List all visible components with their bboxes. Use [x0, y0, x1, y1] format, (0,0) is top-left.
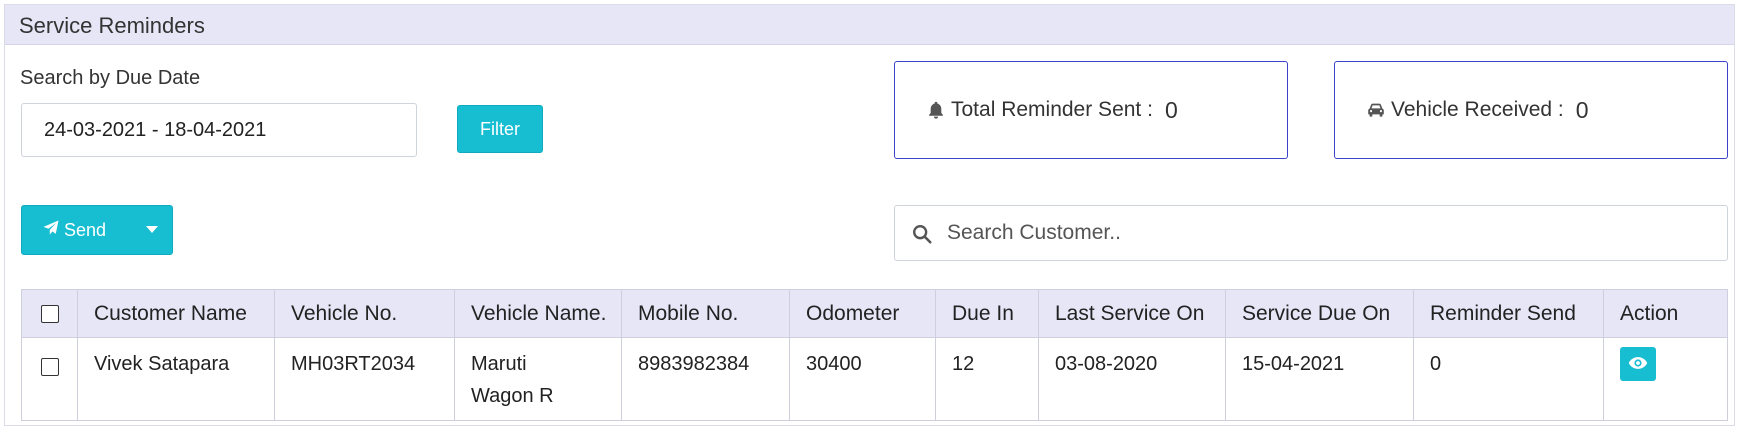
service-reminders-panel: Service Reminders Search by Due Date Fil… [4, 4, 1735, 426]
column-header-last-service-on[interactable]: Last Service On [1038, 289, 1226, 338]
select-all-header [21, 289, 78, 338]
row-checkbox[interactable] [40, 357, 59, 376]
cell-mobile-no: 8983982384 [621, 337, 790, 421]
search-icon [911, 223, 933, 245]
column-header-due-in[interactable]: Due In [935, 289, 1039, 338]
column-header-service-due-on[interactable]: Service Due On [1225, 289, 1414, 338]
vehicle-received-label: Vehicle Received : [1391, 98, 1564, 121]
select-all-checkbox[interactable] [40, 304, 59, 323]
cell-vehicle-no: MH03RT2034 [274, 337, 455, 421]
service-reminders-table: Customer Name Vehicle No. Vehicle Name. … [21, 289, 1728, 421]
column-header-vehicle-no[interactable]: Vehicle No. [274, 289, 455, 338]
customer-search-box [894, 205, 1728, 261]
column-header-mobile-no[interactable]: Mobile No. [621, 289, 790, 338]
vehicle-received-value: 0 [1575, 96, 1589, 123]
column-header-reminder-send[interactable]: Reminder Send [1413, 289, 1604, 338]
bell-icon [925, 99, 947, 121]
view-button[interactable] [1620, 347, 1656, 381]
cell-due-in: 12 [935, 337, 1039, 421]
table-row: Vivek Satapara MH03RT2034 Maruti Wagon R… [21, 337, 1728, 421]
send-button-group: Send [21, 205, 173, 255]
total-reminder-sent-label: Total Reminder Sent : [951, 98, 1153, 121]
car-icon [1365, 99, 1387, 121]
send-button-label: Send [63, 219, 107, 240]
cell-vehicle-name: Maruti Wagon R [454, 337, 622, 421]
total-reminder-sent-card: Total Reminder Sent : 0 [894, 61, 1288, 159]
panel-header: Service Reminders [5, 5, 1734, 45]
column-header-customer-name[interactable]: Customer Name [77, 289, 275, 338]
send-dropdown-toggle[interactable] [132, 206, 172, 254]
cell-vehicle-name-line1: Maruti [471, 353, 527, 375]
cell-vehicle-name-line2: Wagon R [471, 385, 554, 407]
caret-down-icon [146, 221, 158, 239]
cell-action [1603, 337, 1728, 421]
column-header-vehicle-name[interactable]: Vehicle Name. [454, 289, 622, 338]
due-date-range-input[interactable] [21, 103, 417, 157]
row-select-cell [21, 337, 78, 421]
paper-plane-icon [42, 219, 64, 242]
eye-icon [1628, 348, 1648, 380]
page-title: Service Reminders [19, 13, 205, 38]
customer-search-input[interactable] [945, 206, 1715, 260]
column-header-odometer[interactable]: Odometer [789, 289, 936, 338]
filter-button[interactable]: Filter [457, 105, 543, 153]
send-button[interactable]: Send [22, 206, 132, 254]
cell-service-due-on: 15-04-2021 [1225, 337, 1414, 421]
cell-last-service-on: 03-08-2020 [1038, 337, 1226, 421]
vehicle-received-card: Vehicle Received : 0 [1334, 61, 1728, 159]
table-header-row: Customer Name Vehicle No. Vehicle Name. … [21, 289, 1728, 338]
total-reminder-sent-value: 0 [1164, 96, 1178, 123]
cell-odometer: 30400 [789, 337, 936, 421]
column-header-action: Action [1603, 289, 1728, 338]
due-date-filter-label: Search by Due Date [20, 67, 201, 89]
cell-customer-name: Vivek Satapara [77, 337, 275, 421]
cell-reminder-send: 0 [1413, 337, 1604, 421]
